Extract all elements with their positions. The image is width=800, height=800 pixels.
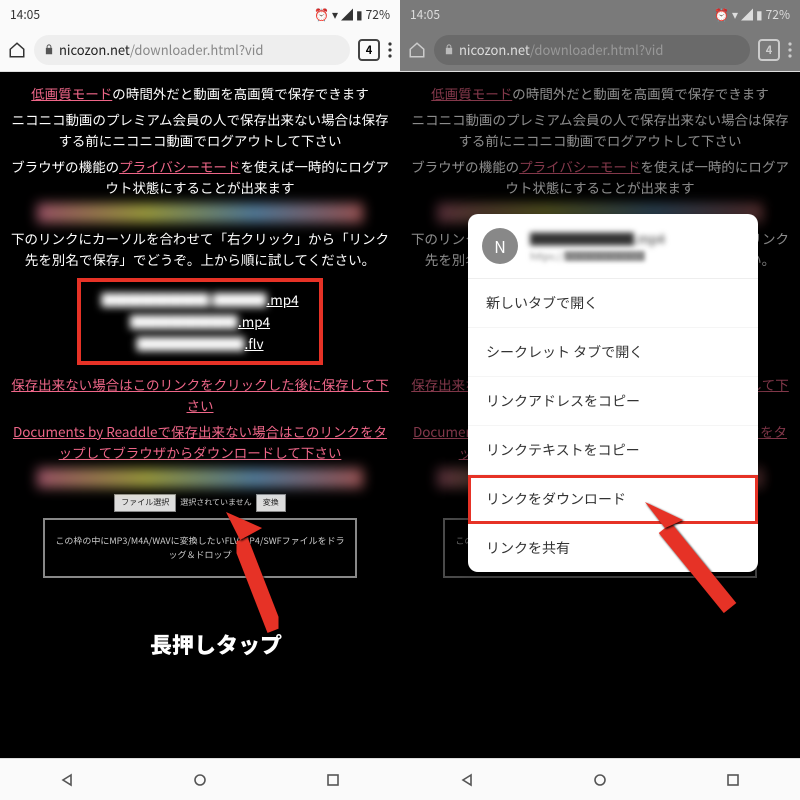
premium-text: ニコニコ動画のプレミアム会員の人で保存出来ない場合は保存する前にニコニコ動画でロ… — [8, 109, 392, 151]
context-url: https://████████ — [530, 248, 665, 263]
signal-icon: ◢ — [341, 6, 353, 23]
more-icon[interactable] — [788, 42, 792, 58]
alarm-icon: ⏰ — [314, 6, 329, 23]
status-bar: 14:05 ⏰ ▾ ◢ ▮ 72% — [0, 0, 400, 28]
longpress-annotation: 長押しタップ — [150, 627, 282, 661]
lock-icon — [444, 44, 454, 55]
low-quality-link[interactable]: 低画質モード — [31, 83, 112, 103]
lock-icon — [44, 44, 54, 55]
nav-bar — [0, 758, 400, 800]
home-nav-icon[interactable] — [593, 773, 607, 787]
url-path: /downloader.html?vid — [130, 40, 264, 59]
alarm-icon: ⏰ — [714, 6, 729, 23]
ctx-copy-text[interactable]: リンクテキストをコピー — [468, 426, 758, 475]
avatar-icon: N — [482, 228, 518, 264]
ctx-new-tab[interactable]: 新しいタブで開く — [468, 279, 758, 328]
back-icon[interactable] — [60, 773, 74, 787]
right-screenshot: 14:05 ⏰ ▾ ◢ ▮ 72% nicozon.net/downloader… — [400, 0, 800, 800]
ctx-copy-address[interactable]: リンクアドレスをコピー — [468, 377, 758, 426]
home-nav-icon[interactable] — [193, 773, 207, 787]
page-content: 低画質モードの時間外だと動画を高画質で保存できます ニコニコ動画のプレミアム会員… — [0, 72, 400, 758]
dropzone[interactable]: この枠の中にMP3/M4A/WAVに変換したいFLV/MP4/SWFファイルをド… — [43, 518, 358, 578]
url-domain: nicozon.net — [59, 40, 130, 59]
status-time: 14:05 — [10, 6, 40, 23]
context-header: N ████████.mp4 https://████████ — [468, 214, 758, 279]
ad-placeholder — [37, 203, 363, 223]
home-icon[interactable] — [8, 41, 26, 59]
status-bar: 14:05 ⏰ ▾ ◢ ▮ 72% — [400, 0, 800, 28]
recent-icon[interactable] — [726, 773, 740, 787]
url-bar[interactable]: nicozon.net/downloader.html?vid — [34, 35, 350, 65]
signal-icon: ◢ — [741, 6, 753, 23]
browser-bar: nicozon.net/downloader.html?vid 4 — [400, 28, 800, 72]
battery-percent: 72% — [366, 6, 390, 23]
context-title: ████████.mp4 — [530, 229, 665, 248]
url-domain: nicozon.net — [459, 40, 530, 59]
file-link-3[interactable]: ████████.flv — [101, 333, 298, 354]
file-select-button[interactable]: ファイル選択 — [114, 494, 176, 512]
left-screenshot: 14:05 ⏰ ▾ ◢ ▮ 72% nicozon.net/downloader… — [0, 0, 400, 800]
file-link-2[interactable]: ████████.mp4 — [101, 311, 298, 332]
battery-percent: 72% — [766, 6, 790, 23]
save-fail-link[interactable]: 保存出来ない場合はこのリンクをクリックした後に保存して下さい — [11, 374, 389, 415]
ad-placeholder-2 — [37, 468, 363, 488]
ctx-incognito-tab[interactable]: シークレット タブで開く — [468, 328, 758, 377]
back-icon[interactable] — [460, 773, 474, 787]
battery-icon: ▮ — [356, 6, 363, 23]
battery-icon: ▮ — [756, 6, 763, 23]
privacy-link[interactable]: プライバシーモード — [119, 156, 240, 176]
arrow-annotation — [220, 510, 300, 640]
wifi-icon: ▾ — [732, 6, 738, 23]
url-path: /downloader.html?vid — [530, 40, 664, 59]
status-icons: ⏰ ▾ ◢ ▮ 72% — [314, 6, 390, 23]
nav-bar — [400, 758, 800, 800]
status-time: 14:05 — [410, 6, 440, 23]
file-upload-row: ファイル選択 選択されていません 変換 — [8, 494, 392, 512]
browser-bar: nicozon.net/downloader.html?vid 4 — [0, 28, 400, 72]
more-icon[interactable] — [388, 42, 392, 58]
documents-link[interactable]: Documents by Readdleで保存出来ない場合はこのリンクをタップし… — [13, 421, 387, 462]
status-icons: ⏰ ▾ ◢ ▮ 72% — [714, 6, 790, 23]
home-icon[interactable] — [408, 41, 426, 59]
arrow-annotation-2 — [635, 498, 745, 618]
url-bar[interactable]: nicozon.net/downloader.html?vid — [434, 35, 750, 65]
tab-count[interactable]: 4 — [358, 39, 380, 61]
file-link-1[interactable]: ████████ ████.mp4 — [101, 289, 298, 310]
tab-count[interactable]: 4 — [758, 39, 780, 61]
wifi-icon: ▾ — [332, 6, 338, 23]
file-links-box: ████████ ████.mp4 ████████.mp4 ████████.… — [77, 278, 322, 365]
instruction-text: 下のリンクにカーソルを合わせて「右クリック」から「リンク先を別名で保存」でどうぞ… — [8, 228, 392, 270]
recent-icon[interactable] — [326, 773, 340, 787]
